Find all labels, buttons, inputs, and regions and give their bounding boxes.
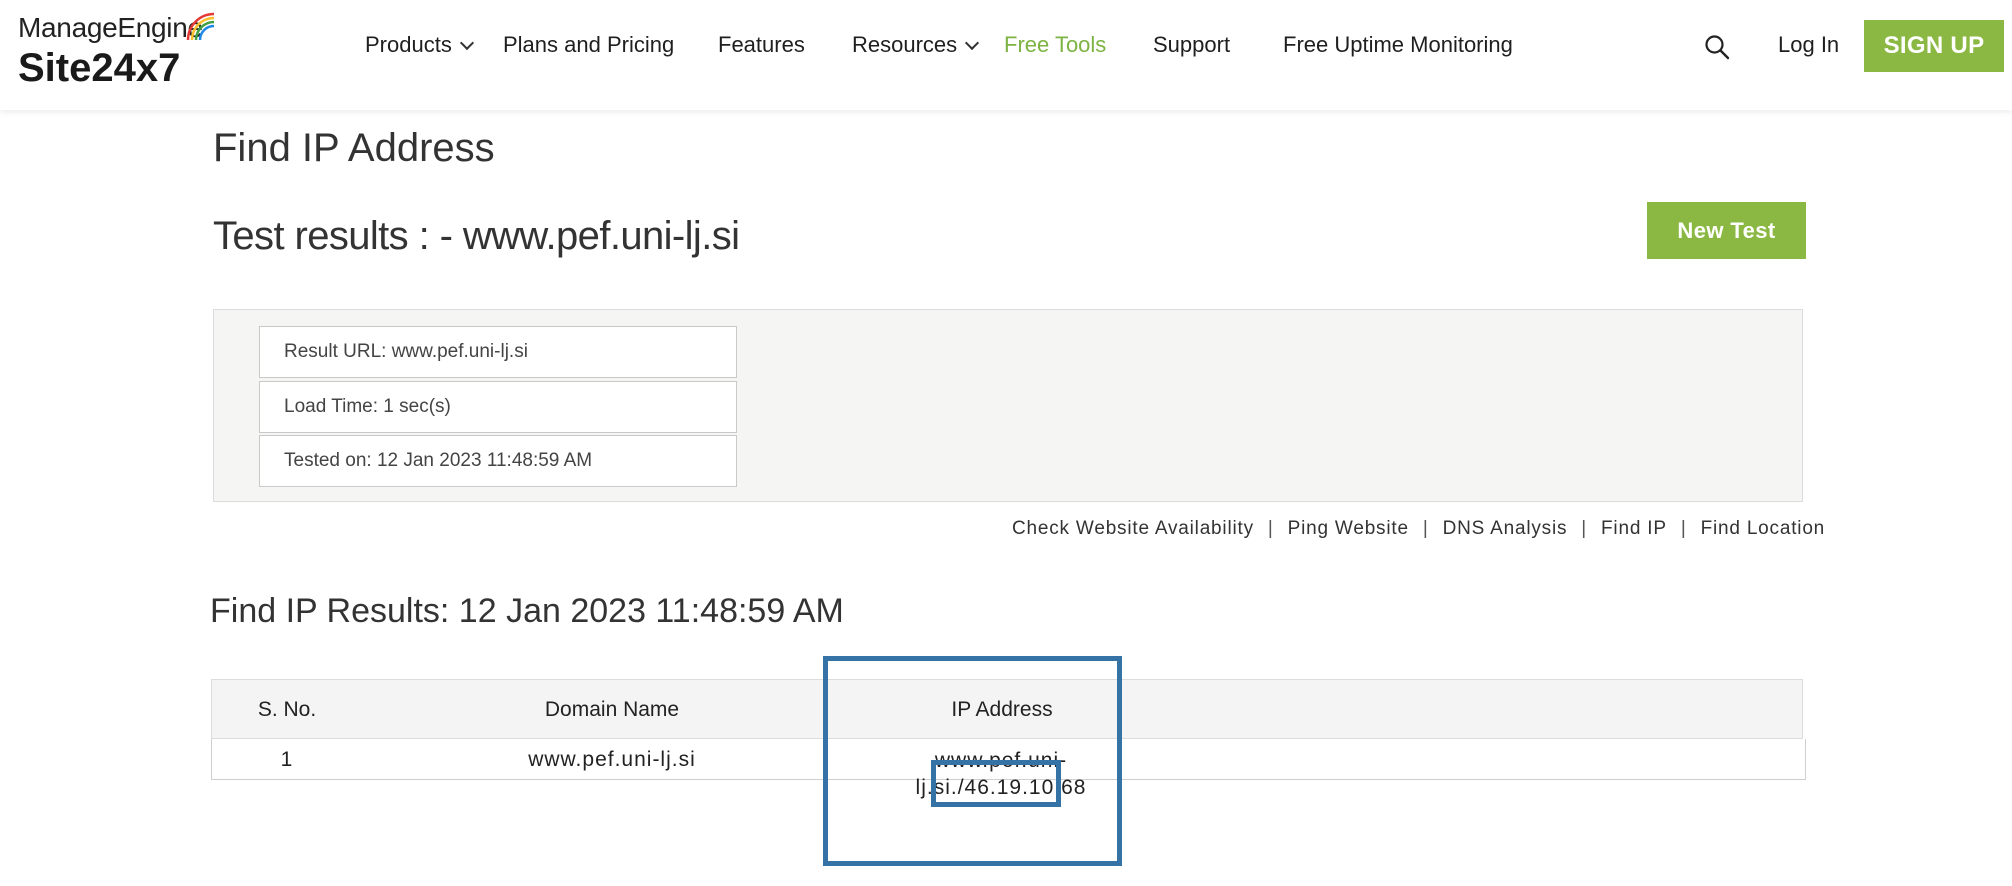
summary-panel: Result URL: www.pef.uni-lj.si Load Time:… <box>213 309 1803 502</box>
nav-free-tools[interactable]: Free Tools <box>1004 32 1106 58</box>
link-separator: | <box>1422 518 1429 539</box>
ip-results-title: Find IP Results: 12 Jan 2023 11:48:59 AM <box>210 592 844 630</box>
logo-arc-icon <box>186 12 215 41</box>
site-header: ManageEngine Site24x7 Products Plans and… <box>0 0 2012 110</box>
signup-button[interactable]: SIGN UP <box>1864 20 2004 72</box>
chevron-down-icon <box>459 35 474 51</box>
logo-product-text: Site24x7 <box>18 46 181 90</box>
site24x7-logo[interactable]: ManageEngine Site24x7 <box>18 10 228 90</box>
link-separator: | <box>1267 518 1274 539</box>
nav-products-label: Products <box>365 32 452 57</box>
test-results-title: Test results : - www.pef.uni-lj.si <box>213 214 740 258</box>
load-time: Load Time: 1 sec(s) <box>259 381 737 433</box>
row-domain-name: www.pef.uni-lj.si <box>528 748 696 771</box>
nav-free-uptime-monitoring[interactable]: Free Uptime Monitoring <box>1283 32 1513 58</box>
link-find-location[interactable]: Find Location <box>1701 518 1825 539</box>
new-test-button[interactable]: New Test <box>1647 202 1806 259</box>
search-icon[interactable] <box>1704 34 1730 60</box>
nav-support[interactable]: Support <box>1153 32 1230 58</box>
nav-features[interactable]: Features <box>718 32 805 58</box>
link-separator: | <box>1581 518 1588 539</box>
tool-links: Check Website Availability | Ping Website |… <box>1012 518 1825 540</box>
ip-value-highlight <box>931 760 1061 807</box>
login-link[interactable]: Log In <box>1778 32 1839 58</box>
nav-resources-label: Resources <box>852 32 958 57</box>
chevron-down-icon <box>965 35 980 51</box>
link-dns-analysis[interactable]: DNS Analysis <box>1443 518 1568 539</box>
nav-resources[interactable]: Resources <box>852 32 980 58</box>
link-separator: | <box>1680 518 1687 539</box>
nav-products[interactable]: Products <box>365 32 474 58</box>
logo-brand-text: ManageEngine <box>18 12 203 43</box>
header-sno: S. No. <box>257 698 317 721</box>
tested-on: Tested on: 12 Jan 2023 11:48:59 AM <box>259 435 737 487</box>
row-sno: 1 <box>280 748 294 771</box>
link-ping-website[interactable]: Ping Website <box>1288 518 1409 539</box>
page-title: Find IP Address <box>213 126 495 170</box>
link-find-ip[interactable]: Find IP <box>1601 518 1667 539</box>
nav-plans-and-pricing[interactable]: Plans and Pricing <box>503 32 674 58</box>
header-domain-name: Domain Name <box>544 698 680 721</box>
result-url: Result URL: www.pef.uni-lj.si <box>259 326 737 378</box>
link-check-website-availability[interactable]: Check Website Availability <box>1012 518 1254 539</box>
